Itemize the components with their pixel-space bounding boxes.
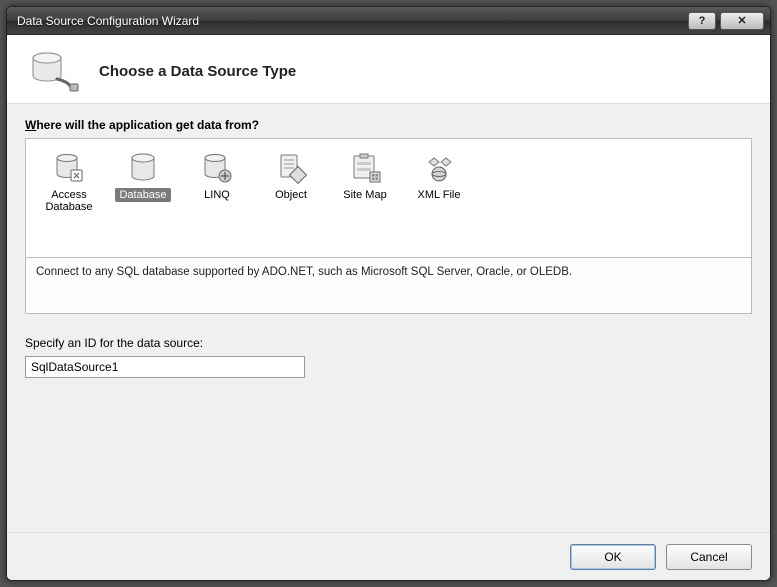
option-site-map[interactable]: Site Map [330, 149, 400, 204]
prompt-label: Where will the application get data from… [25, 118, 752, 132]
option-label: Access Database [36, 188, 102, 214]
wizard-window: Data Source Configuration Wizard ? ✕ Cho… [6, 6, 771, 581]
xml-file-icon [421, 151, 457, 185]
option-label: Database [115, 188, 170, 202]
option-database[interactable]: Database [108, 149, 178, 204]
option-access-database[interactable]: Access Database [34, 149, 104, 216]
option-linq[interactable]: LINQ [182, 149, 252, 204]
close-icon: ✕ [737, 14, 746, 27]
linq-icon [199, 151, 235, 185]
data-source-options: Access Database Database [25, 138, 752, 258]
close-button[interactable]: ✕ [720, 12, 764, 30]
id-label: Specify an ID for the data source: [25, 336, 752, 350]
titlebar-buttons: ? ✕ [688, 12, 764, 30]
content-area: Where will the application get data from… [7, 103, 770, 532]
datasource-header-icon [27, 49, 79, 93]
window-title: Data Source Configuration Wizard [17, 14, 688, 28]
client-area: Choose a Data Source Type Where will the… [7, 35, 770, 580]
id-section: Specify an ID for the data source: [25, 336, 752, 378]
option-label: LINQ [200, 188, 234, 202]
titlebar: Data Source Configuration Wizard ? ✕ [7, 7, 770, 35]
option-label: XML File [414, 188, 465, 202]
option-xml-file[interactable]: XML File [404, 149, 474, 204]
description-box: Connect to any SQL database supported by… [25, 258, 752, 314]
option-label: Object [271, 188, 311, 202]
footer: OK Cancel [7, 532, 770, 580]
description-text: Connect to any SQL database supported by… [36, 266, 572, 278]
cancel-button[interactable]: Cancel [666, 544, 752, 570]
ok-button[interactable]: OK [570, 544, 656, 570]
data-source-id-input[interactable] [25, 356, 305, 378]
help-button[interactable]: ? [688, 12, 716, 30]
access-database-icon [51, 151, 87, 185]
option-label: Site Map [339, 188, 390, 202]
object-icon [273, 151, 309, 185]
page-title: Choose a Data Source Type [99, 63, 296, 80]
site-map-icon [347, 151, 383, 185]
option-object[interactable]: Object [256, 149, 326, 204]
wizard-header: Choose a Data Source Type [7, 35, 770, 103]
database-icon [125, 151, 161, 185]
